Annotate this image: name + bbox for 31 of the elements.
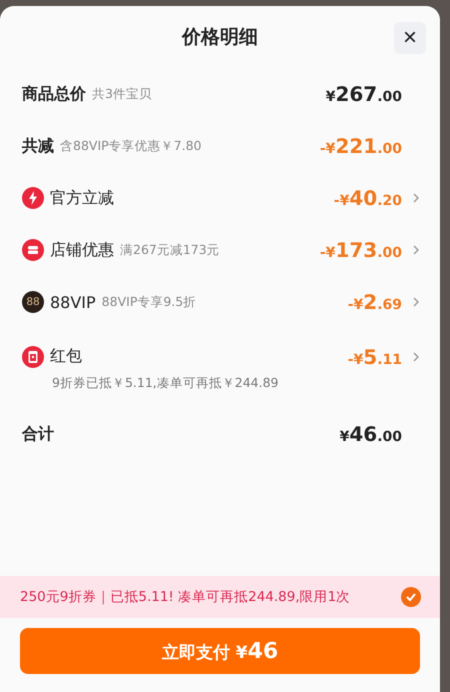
- row-note: 含88VIP专享优惠￥7.80: [60, 138, 202, 154]
- row-note: 88VIP专享9.5折: [102, 294, 196, 310]
- row-label: 商品总价: [22, 84, 86, 104]
- check-icon[interactable]: [400, 586, 422, 608]
- lightning-icon: [22, 187, 44, 209]
- row-note: 满267元减173元: [120, 242, 220, 258]
- price-amount: ¥267.00: [326, 82, 402, 106]
- price-amount: -¥2.69: [348, 290, 402, 314]
- price-amount: -¥5.11: [348, 344, 402, 368]
- chevron-icon[interactable]: [412, 244, 420, 256]
- vip-icon: 88: [22, 291, 44, 313]
- row-label: 88VIP: [50, 292, 96, 312]
- row-subtext: 9折券已抵￥5.11,凑单可再抵￥244.89: [52, 374, 280, 392]
- row-label: 红包: [50, 346, 82, 367]
- price-amount: -¥221.00: [320, 134, 402, 158]
- price-amount: -¥173.00: [320, 238, 402, 262]
- row-label: 官方立减: [50, 188, 114, 208]
- close-button[interactable]: ×: [394, 22, 426, 54]
- row-label: 共减: [22, 136, 54, 156]
- chevron-icon[interactable]: [412, 350, 420, 362]
- store-icon: [22, 239, 44, 261]
- chevron-icon[interactable]: [412, 296, 420, 308]
- chevron-icon[interactable]: [412, 192, 420, 204]
- row-label: 合计: [22, 424, 54, 444]
- price-amount: ¥46.00: [340, 422, 402, 446]
- coupon-text: 250元9折券｜已抵5.11! 凑单可再抵244.89,限用1次: [20, 588, 350, 606]
- envelope-icon: [22, 346, 44, 368]
- price-amount: -¥40.20: [334, 186, 402, 210]
- row-note: 共3件宝贝: [92, 86, 152, 102]
- row-label: 店铺优惠: [50, 240, 114, 260]
- sheet-title: 价格明细: [182, 25, 258, 50]
